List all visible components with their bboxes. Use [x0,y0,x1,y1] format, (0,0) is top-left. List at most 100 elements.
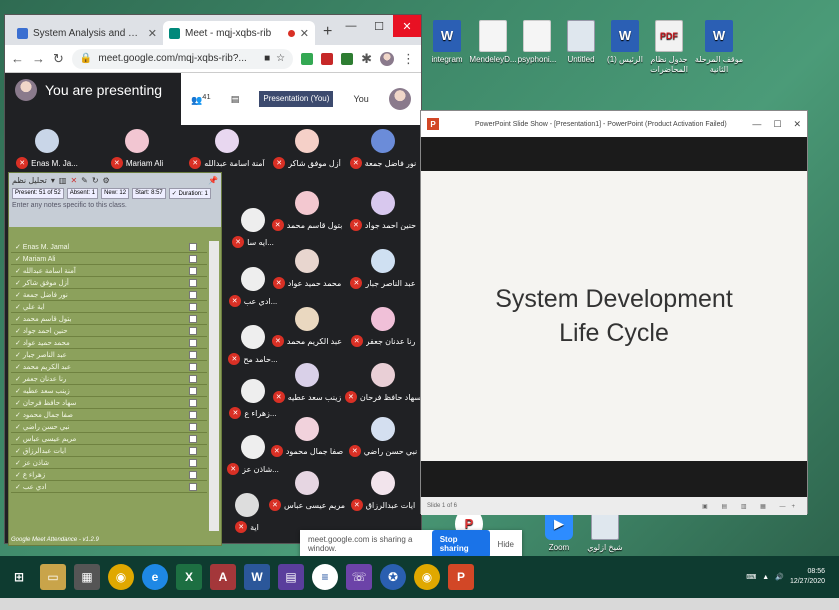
attendance-scrollbar[interactable] [209,241,219,531]
cast-icon[interactable]: ■ [264,53,270,64]
attendance-checkbox[interactable] [189,242,197,251]
attendance-row[interactable]: ✓ سهاد حافظ فرحان [11,397,207,409]
attendance-checkbox[interactable] [189,434,197,443]
attendance-row[interactable]: ✓ حنين احمد جواد [11,325,207,337]
class-select[interactable]: تحليل نظم [12,176,47,185]
view-controls[interactable]: ▣ ▤ ▥ ▦ —+ [702,503,801,510]
minimize-icon[interactable]: — [752,119,761,130]
attendance-row[interactable]: ✓ ايات عبدالرزاق [11,445,207,457]
participant-tile[interactable]: ✕ سهاد حافظ فرحان [341,363,421,413]
attendance-checkbox[interactable] [189,290,197,299]
participant-tile[interactable]: ✕ عبد الناصر جبار [341,249,421,299]
close-icon[interactable]: ✕ [300,27,309,40]
access-icon[interactable]: A [210,564,236,590]
word-icon[interactable]: W [244,564,270,590]
attendance-checkbox[interactable] [189,422,197,431]
attendance-row[interactable]: ✓ محمد حميد عواد [11,337,207,349]
participant-tile[interactable]: ✕ نبي حسن راضي [341,417,421,467]
attendance-row[interactable]: ✓ بتول قاسم محمد [11,313,207,325]
attendance-row[interactable]: ✓ زهراء ع [11,469,207,481]
network-icon[interactable]: ▲ [762,574,769,581]
powerpoint-icon[interactable]: P [448,564,474,590]
attendance-checkbox[interactable] [189,338,197,347]
participant-tile[interactable]: ✕ ايه سا... [211,208,295,258]
extension-icon[interactable] [301,52,314,65]
stop-sharing-button[interactable]: Stop sharing [431,530,490,558]
attendance-row[interactable]: ✓ أزل موفق شاكر [11,277,207,289]
participant-tile[interactable]: ✕ حنين احمد جواد [341,191,421,241]
attendance-checkbox[interactable] [189,350,197,359]
attendance-row[interactable]: ✓ عبد الناصر جبار [11,349,207,361]
attendance-row[interactable]: ✓ عبد الكريم محمد [11,361,207,373]
gear-icon[interactable]: ⚙ [103,176,110,185]
attendance-checkbox[interactable] [189,302,197,311]
participant-tile[interactable]: ✕ شاذن عز... [211,435,295,485]
tab-meet[interactable]: Meet - mqj-xqbs-rib ✕ [163,21,315,45]
puzzle-icon[interactable]: ✱ [361,51,372,67]
attendance-checkbox[interactable] [189,278,197,287]
desktop-icon-word-2[interactable]: W موقف المرحلة الثانية [690,20,748,75]
tab-system-analysis[interactable]: System Analysis and Database C ✕ [11,21,163,45]
attendance-checkbox[interactable] [189,410,197,419]
star-icon[interactable]: ☆ [276,53,285,64]
attendance-row[interactable]: ✓ اية علي [11,301,207,313]
reload-icon[interactable]: ↻ [53,51,64,67]
attendance-checkbox[interactable] [189,362,197,371]
attendance-row[interactable]: ✓ Mariam Ali [11,253,207,265]
attendance-checkbox[interactable] [189,470,197,479]
back-icon[interactable]: ← [11,51,24,66]
chevron-down-icon[interactable]: ▾ [51,176,55,185]
maximize-icon[interactable]: ☐ [365,15,393,37]
you-tile[interactable]: You [354,94,369,104]
participant-tile[interactable]: ✕ حامد مح... [211,325,295,375]
chat-icon[interactable]: ▤ [231,94,240,105]
clock[interactable]: 08:56 12/27/2020 [790,567,825,587]
close-icon[interactable]: ✕ [148,27,157,40]
participant-tile[interactable]: ✕ أزل موفق شاكر [265,129,349,179]
attendance-checkbox[interactable] [189,374,197,383]
attendance-checkbox[interactable] [189,398,197,407]
hide-button[interactable]: Hide [498,540,514,549]
media-player-icon[interactable]: ≡ [312,564,338,590]
extension-icon[interactable] [341,52,354,65]
attendance-checkbox[interactable] [189,446,197,455]
presentation-tile[interactable]: Presentation (You) [259,91,334,107]
attendance-row[interactable]: ✓ صفا جمال محمود [11,409,207,421]
participant-tile[interactable]: ✕ نور فاضل جمعة [341,129,421,179]
minimize-icon[interactable]: — [337,15,365,37]
attendance-row[interactable]: ✓ مريم عيسى عباس [11,433,207,445]
participant-tile[interactable]: ✕ زهراء ع... [211,379,295,429]
participant-tile[interactable]: ✕ رنا عدنان جعفر [341,307,421,357]
participants-button[interactable]: 👥41 [191,92,211,106]
delete-icon[interactable]: ✕ [70,176,77,185]
attendance-row[interactable]: ✓ شاذن عز [11,457,207,469]
chrome-icon[interactable]: ◉ [414,564,440,590]
export-icon[interactable]: ▥ [59,176,67,185]
edit-icon[interactable]: ✎ [81,176,88,185]
internet-explorer-icon[interactable]: e [142,564,168,590]
attendance-checkbox[interactable] [189,482,197,491]
attendance-row[interactable]: ✓ نور فاضل جمعة [11,289,207,301]
attendance-checkbox[interactable] [189,314,197,323]
profile-avatar[interactable] [380,51,394,66]
forward-icon[interactable]: → [32,51,45,66]
class-notes-input[interactable]: Enter any notes specific to this class. [12,202,218,209]
slide[interactable]: System Development Life Cycle [421,171,807,461]
app-icon[interactable]: ✪ [380,564,406,590]
photos-icon[interactable]: ▦ [74,564,100,590]
file-explorer-icon[interactable]: ▭ [40,564,66,590]
attendance-row[interactable]: ✓ نبي حسن راضي [11,421,207,433]
attendance-row[interactable]: ✓ Enas M. Jamal [11,241,207,253]
attendance-row[interactable]: ✓ ادي عب [11,481,207,493]
attendance-row[interactable]: ✓ زينب سعد عطيه [11,385,207,397]
attendance-checkbox[interactable] [189,266,197,275]
excel-icon[interactable]: X [176,564,202,590]
menu-icon[interactable]: ⋮ [402,51,415,67]
participant-tile[interactable]: ✕ ايات عبدالرزاق [341,471,421,521]
attendance-row[interactable]: ✓ آمنة اسامة عبدالله [11,265,207,277]
attendance-checkbox[interactable] [189,386,197,395]
viber-icon[interactable]: ☏ [346,564,372,590]
pin-icon[interactable]: 📌 [208,176,218,185]
keyboard-icon[interactable]: ⌨ [746,573,756,581]
refresh-icon[interactable]: ↻ [92,176,99,185]
